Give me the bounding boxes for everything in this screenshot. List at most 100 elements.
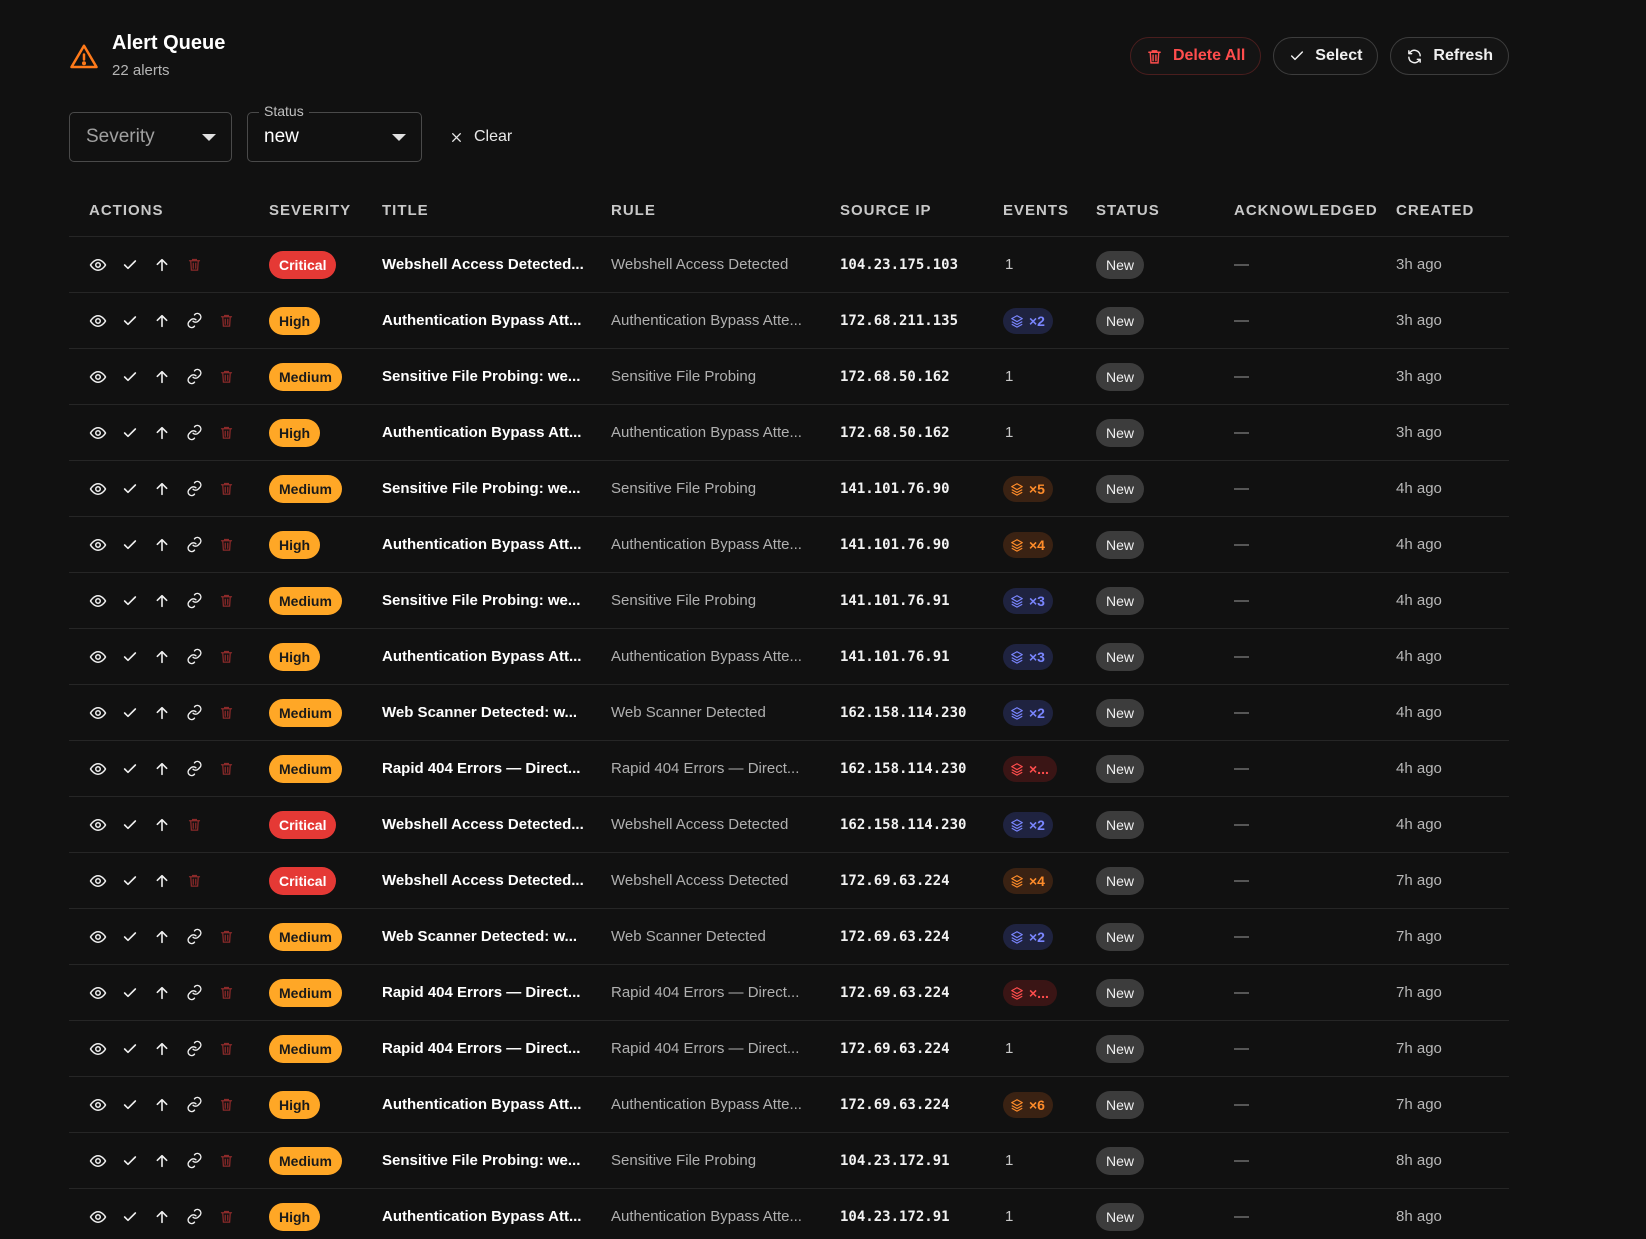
escalate-icon[interactable]: [153, 480, 171, 498]
alert-title[interactable]: Sensitive File Probing: we...: [382, 592, 611, 609]
delete-icon[interactable]: [217, 1152, 235, 1170]
view-icon[interactable]: [89, 312, 107, 330]
view-icon[interactable]: [89, 368, 107, 386]
link-icon[interactable]: [185, 984, 203, 1002]
alert-title[interactable]: Sensitive File Probing: we...: [382, 480, 611, 497]
severity-filter-select[interactable]: Severity: [69, 112, 232, 162]
events-chip[interactable]: ×...: [1003, 755, 1057, 782]
table-row[interactable]: High Authentication Bypass Att... Authenti…: [69, 293, 1509, 349]
view-icon[interactable]: [89, 816, 107, 834]
table-row[interactable]: Medium Rapid 404 Errors — Direct... Rapid …: [69, 965, 1509, 1021]
delete-icon[interactable]: [217, 928, 235, 946]
delete-icon[interactable]: [217, 1096, 235, 1114]
events-chip[interactable]: ×6: [1003, 1091, 1053, 1118]
delete-icon[interactable]: [217, 536, 235, 554]
link-icon[interactable]: [185, 368, 203, 386]
link-icon[interactable]: [185, 1096, 203, 1114]
clear-filters-button[interactable]: Clear: [450, 128, 512, 146]
delete-icon[interactable]: [217, 1208, 235, 1226]
escalate-icon[interactable]: [153, 536, 171, 554]
escalate-icon[interactable]: [153, 1208, 171, 1226]
escalate-icon[interactable]: [153, 592, 171, 610]
acknowledge-icon[interactable]: [121, 648, 139, 666]
acknowledge-icon[interactable]: [121, 816, 139, 834]
alert-title[interactable]: Rapid 404 Errors — Direct...: [382, 760, 611, 777]
escalate-icon[interactable]: [153, 872, 171, 890]
link-icon[interactable]: [185, 1152, 203, 1170]
alert-title[interactable]: Rapid 404 Errors — Direct...: [382, 1040, 611, 1057]
acknowledge-icon[interactable]: [121, 368, 139, 386]
delete-icon[interactable]: [217, 984, 235, 1002]
acknowledge-icon[interactable]: [121, 704, 139, 722]
escalate-icon[interactable]: [153, 368, 171, 386]
acknowledge-icon[interactable]: [121, 1096, 139, 1114]
col-header-severity[interactable]: SEVERITY: [269, 202, 382, 219]
col-header-rule[interactable]: RULE: [611, 202, 840, 219]
acknowledge-icon[interactable]: [121, 256, 139, 274]
acknowledge-icon[interactable]: [121, 760, 139, 778]
view-icon[interactable]: [89, 536, 107, 554]
events-chip[interactable]: ×2: [1003, 923, 1053, 950]
escalate-icon[interactable]: [153, 928, 171, 946]
table-row[interactable]: High Authentication Bypass Att... Authenti…: [69, 1189, 1509, 1239]
acknowledge-icon[interactable]: [121, 928, 139, 946]
alert-title[interactable]: Webshell Access Detected...: [382, 256, 611, 273]
acknowledge-icon[interactable]: [121, 1152, 139, 1170]
escalate-icon[interactable]: [153, 1152, 171, 1170]
view-icon[interactable]: [89, 480, 107, 498]
alert-title[interactable]: Web Scanner Detected: w...: [382, 704, 611, 721]
table-row[interactable]: Medium Rapid 404 Errors — Direct... Rapid …: [69, 1021, 1509, 1077]
select-button[interactable]: Select: [1273, 37, 1379, 75]
table-row[interactable]: Critical Webshell Access Detected... Websh…: [69, 237, 1509, 293]
view-icon[interactable]: [89, 760, 107, 778]
table-row[interactable]: Medium Sensitive File Probing: we... Sensi…: [69, 349, 1509, 405]
alert-title[interactable]: Web Scanner Detected: w...: [382, 928, 611, 945]
escalate-icon[interactable]: [153, 816, 171, 834]
events-chip[interactable]: ×3: [1003, 587, 1053, 614]
delete-icon[interactable]: [217, 312, 235, 330]
delete-icon[interactable]: [217, 1040, 235, 1058]
delete-icon[interactable]: [185, 256, 203, 274]
escalate-icon[interactable]: [153, 648, 171, 666]
alert-title[interactable]: Authentication Bypass Att...: [382, 536, 611, 553]
acknowledge-icon[interactable]: [121, 1208, 139, 1226]
view-icon[interactable]: [89, 984, 107, 1002]
alert-title[interactable]: Authentication Bypass Att...: [382, 312, 611, 329]
alert-title[interactable]: Sensitive File Probing: we...: [382, 368, 611, 385]
link-icon[interactable]: [185, 1040, 203, 1058]
refresh-button[interactable]: Refresh: [1390, 37, 1509, 75]
alert-title[interactable]: Authentication Bypass Att...: [382, 1208, 611, 1225]
view-icon[interactable]: [89, 872, 107, 890]
events-chip[interactable]: ×2: [1003, 811, 1053, 838]
delete-icon[interactable]: [185, 872, 203, 890]
delete-icon[interactable]: [217, 760, 235, 778]
table-row[interactable]: Medium Sensitive File Probing: we... Sensi…: [69, 573, 1509, 629]
view-icon[interactable]: [89, 648, 107, 666]
acknowledge-icon[interactable]: [121, 480, 139, 498]
table-row[interactable]: Medium Sensitive File Probing: we... Sensi…: [69, 1133, 1509, 1189]
view-icon[interactable]: [89, 256, 107, 274]
escalate-icon[interactable]: [153, 1096, 171, 1114]
events-chip[interactable]: ×4: [1003, 867, 1053, 894]
view-icon[interactable]: [89, 424, 107, 442]
col-header-events[interactable]: EVENTS: [1003, 202, 1096, 219]
acknowledge-icon[interactable]: [121, 984, 139, 1002]
status-filter-select[interactable]: Status new: [247, 103, 422, 162]
link-icon[interactable]: [185, 424, 203, 442]
col-header-source-ip[interactable]: SOURCE IP: [840, 202, 1003, 219]
escalate-icon[interactable]: [153, 984, 171, 1002]
acknowledge-icon[interactable]: [121, 424, 139, 442]
delete-all-button[interactable]: Delete All: [1129, 37, 1262, 75]
table-row[interactable]: Medium Web Scanner Detected: w... Web Scan…: [69, 909, 1509, 965]
link-icon[interactable]: [185, 480, 203, 498]
table-row[interactable]: Critical Webshell Access Detected... Websh…: [69, 797, 1509, 853]
escalate-icon[interactable]: [153, 704, 171, 722]
link-icon[interactable]: [185, 312, 203, 330]
events-chip[interactable]: ×2: [1003, 307, 1053, 334]
view-icon[interactable]: [89, 1040, 107, 1058]
table-row[interactable]: High Authentication Bypass Att... Authenti…: [69, 517, 1509, 573]
delete-icon[interactable]: [217, 592, 235, 610]
table-row[interactable]: High Authentication Bypass Att... Authenti…: [69, 629, 1509, 685]
alert-title[interactable]: Sensitive File Probing: we...: [382, 1152, 611, 1169]
acknowledge-icon[interactable]: [121, 1040, 139, 1058]
